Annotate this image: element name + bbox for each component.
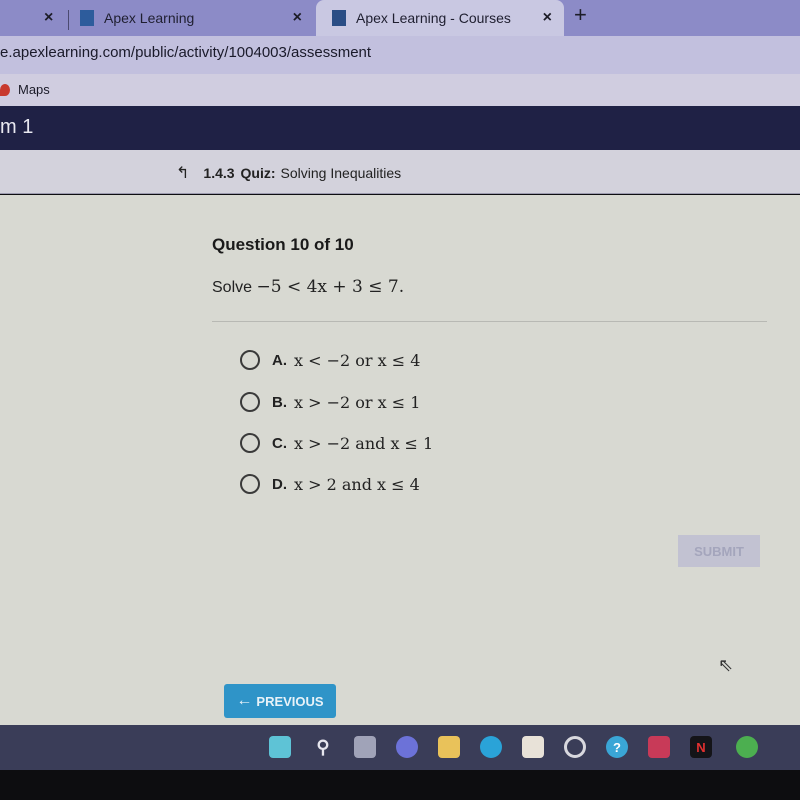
screen-bezel xyxy=(0,770,800,800)
answer-option-a[interactable]: A. x < −2 or x ≤ 4 xyxy=(240,350,420,370)
tab-separator xyxy=(68,10,69,30)
radio-button[interactable] xyxy=(240,392,260,412)
question-content: Question 10 of 10 Solve −5 < 4x + 3 ≤ 7.… xyxy=(0,195,800,725)
option-letter: B. xyxy=(272,393,287,411)
quiz-name: Solving Inequalities xyxy=(280,165,402,181)
radio-button[interactable] xyxy=(240,433,260,453)
help-icon[interactable]: ? xyxy=(606,736,628,758)
netflix-glyph: N xyxy=(696,739,706,755)
quiz-breadcrumb-bar: ↰ 1.4.3 Quiz: Solving Inequalities xyxy=(0,150,800,194)
divider xyxy=(212,321,767,322)
tab-apex-learning-courses[interactable]: Apex Learning - Courses × xyxy=(316,0,564,36)
tab-apex-learning[interactable]: Apex Learning × xyxy=(80,0,310,36)
address-bar[interactable]: e.apexlearning.com/public/activity/10040… xyxy=(0,36,800,74)
edge-icon[interactable] xyxy=(480,736,502,758)
close-icon[interactable]: × xyxy=(293,9,302,27)
new-tab-icon[interactable]: + xyxy=(574,2,587,28)
option-text: x < −2 or x ≤ 4 xyxy=(294,350,421,370)
arrow-left-icon: ← xyxy=(236,692,253,709)
option-text: x > 2 and x ≤ 4 xyxy=(294,474,420,494)
bookmark-maps[interactable]: Maps xyxy=(0,82,50,97)
answer-option-c[interactable]: C. x > −2 and x ≤ 1 xyxy=(240,433,433,453)
course-header: m 1 xyxy=(0,106,800,150)
microsoft-store-icon[interactable] xyxy=(522,736,544,758)
chrome-icon[interactable] xyxy=(736,736,758,758)
taskbar: ⚲ ? N xyxy=(0,725,800,770)
option-text: x > −2 and x ≤ 1 xyxy=(294,433,434,453)
question-title: Question 10 of 10 xyxy=(212,235,354,254)
question-prompt: Solve −5 < 4x + 3 ≤ 7. xyxy=(212,277,404,297)
option-letter: D. xyxy=(272,475,287,493)
tab-label: Apex Learning - Courses xyxy=(356,10,511,26)
netflix-icon[interactable]: N xyxy=(690,736,712,758)
tab-label: Apex Learning xyxy=(104,10,195,26)
file-explorer-icon[interactable] xyxy=(438,736,460,758)
radio-button[interactable] xyxy=(240,350,260,370)
bookmarks-bar: Maps xyxy=(0,74,800,106)
quiz-number: 1.4.3 xyxy=(203,165,235,181)
close-icon[interactable]: × xyxy=(543,9,552,27)
prompt-math: −5 < 4x + 3 ≤ 7. xyxy=(256,277,405,297)
quiz-kind: Quiz: xyxy=(240,165,276,181)
bookmark-label: Maps xyxy=(18,82,50,97)
url-text[interactable]: e.apexlearning.com/public/activity/10040… xyxy=(0,44,371,61)
maps-pin-icon xyxy=(0,83,10,96)
answer-option-d[interactable]: D. x > 2 and x ≤ 4 xyxy=(240,474,420,494)
option-text: x > −2 or x ≤ 1 xyxy=(294,392,421,412)
previous-button[interactable]: ← PREVIOUS xyxy=(224,684,336,718)
course-title: m 1 xyxy=(0,116,34,138)
apex-favicon-icon xyxy=(80,10,94,26)
prompt-label: Solve xyxy=(212,279,253,296)
submit-button[interactable]: SUBMIT xyxy=(678,535,760,567)
app-circle-icon[interactable] xyxy=(564,736,586,758)
option-letter: C. xyxy=(272,434,287,452)
radio-button[interactable] xyxy=(240,474,260,494)
previous-label: PREVIOUS xyxy=(256,693,324,709)
quiz-breadcrumb[interactable]: ↰ 1.4.3 Quiz: Solving Inequalities xyxy=(176,163,401,183)
tab-close-icon[interactable]: × xyxy=(44,9,53,27)
mouse-cursor-icon: ⇖ xyxy=(718,655,734,675)
option-letter: A. xyxy=(272,351,287,369)
up-arrow-icon[interactable]: ↰ xyxy=(176,163,189,183)
browser-tab-strip: × Apex Learning × Apex Learning - Course… xyxy=(0,0,800,36)
windows-start-icon[interactable] xyxy=(269,736,291,758)
task-view-icon[interactable] xyxy=(354,736,376,758)
mcafee-icon[interactable] xyxy=(648,736,670,758)
answer-option-b[interactable]: B. x > −2 or x ≤ 1 xyxy=(240,392,420,412)
apex-favicon-icon xyxy=(332,10,346,26)
teams-chat-icon[interactable] xyxy=(396,736,418,758)
search-icon[interactable]: ⚲ xyxy=(312,736,334,758)
